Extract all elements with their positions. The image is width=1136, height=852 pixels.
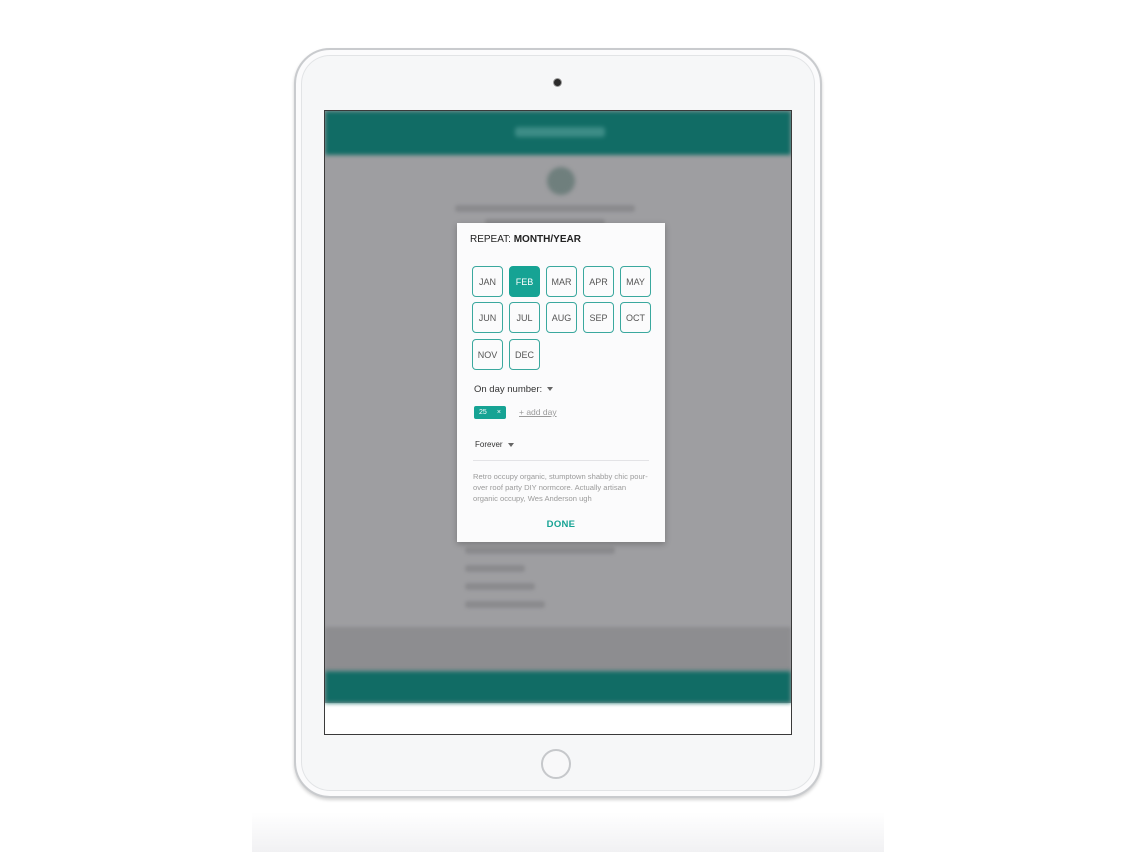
caret-down-icon: [507, 442, 514, 447]
blurred-bottom-panel: [325, 627, 791, 671]
month-aug[interactable]: AUG: [546, 302, 577, 333]
month-oct[interactable]: OCT: [620, 302, 651, 333]
month-jun[interactable]: JUN: [472, 302, 503, 333]
month-feb-selected[interactable]: FEB: [509, 266, 540, 297]
app-header-title: [515, 127, 605, 137]
day-chip-value: 25: [479, 409, 487, 416]
blurred-list-item: [465, 565, 525, 572]
month-dec[interactable]: DEC: [509, 339, 540, 370]
day-number-dropdown[interactable]: On day number:: [474, 384, 554, 395]
divider: [473, 460, 649, 461]
duration-dropdown[interactable]: Forever: [475, 440, 514, 449]
blurred-list-item: [465, 583, 535, 590]
month-nov[interactable]: NOV: [472, 339, 503, 370]
device-shadow-floor: [252, 812, 884, 852]
duration-label: Forever: [475, 440, 503, 449]
add-day-link[interactable]: + add day: [519, 407, 557, 417]
repeat-dialog: REPEAT: MONTH/YEAR JAN FEB MAR APR MAY J…: [457, 223, 665, 542]
avatar: [547, 167, 575, 195]
app-footer: [325, 671, 791, 703]
dialog-title-value: MONTH/YEAR: [513, 234, 581, 245]
done-button[interactable]: DONE: [457, 519, 665, 530]
blurred-text-line: [455, 205, 635, 212]
month-sep[interactable]: SEP: [583, 302, 614, 333]
close-icon[interactable]: ×: [497, 409, 501, 416]
month-may[interactable]: MAY: [620, 266, 651, 297]
month-jan[interactable]: JAN: [472, 266, 503, 297]
caret-down-icon: [547, 387, 554, 392]
day-number-label: On day number:: [474, 384, 543, 395]
month-mar[interactable]: MAR: [546, 266, 577, 297]
dialog-title: REPEAT: MONTH/YEAR: [470, 234, 581, 245]
description-text: Retro occupy organic, stumptown shabby c…: [473, 472, 648, 503]
month-jul[interactable]: JUL: [509, 302, 540, 333]
day-chip: 25 ×: [474, 406, 506, 419]
app-header: [325, 111, 791, 155]
home-button[interactable]: [541, 749, 571, 779]
camera-icon: [554, 79, 561, 86]
blurred-list-item: [465, 601, 545, 608]
blurred-list-item: [465, 547, 615, 554]
month-apr[interactable]: APR: [583, 266, 614, 297]
dialog-title-prefix: REPEAT:: [470, 234, 514, 245]
